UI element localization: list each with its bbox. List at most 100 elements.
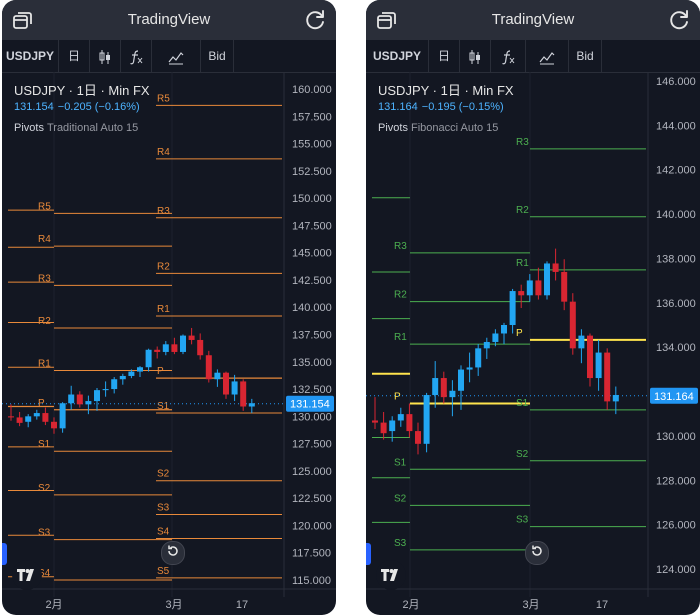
legend-indicator[interactable]: Pivots Fibonacci Auto 15 <box>378 122 498 134</box>
candle-body <box>492 333 499 342</box>
candle-body <box>552 263 559 272</box>
time-tick-label: 2月 <box>402 599 419 611</box>
candle-body <box>240 381 247 407</box>
price-type-button[interactable]: Bid <box>569 40 602 72</box>
pivot-label: S2 <box>38 483 51 494</box>
pivot-label: S3 <box>516 515 529 526</box>
price-tick-label: 134.000 <box>656 342 696 354</box>
pivot-label: S2 <box>157 469 170 480</box>
candle-body <box>180 335 186 352</box>
symbol-button[interactable]: USDJPY <box>366 40 429 72</box>
legend-indicator[interactable]: Pivots Traditional Auto 15 <box>14 122 138 134</box>
compare-button[interactable] <box>152 40 201 72</box>
pivot-label: R4 <box>38 234 51 245</box>
candle-body <box>449 390 456 398</box>
price-tick-label: 132.500 <box>292 384 332 396</box>
side-panel-handle[interactable] <box>2 543 7 565</box>
price-tick-label: 152.500 <box>292 166 332 178</box>
price-tick-label: 157.500 <box>292 111 332 123</box>
pivot-label: S4 <box>157 527 170 538</box>
indicators-button[interactable] <box>491 40 526 72</box>
refresh-icon[interactable] <box>667 8 691 32</box>
indicator-args: Traditional Auto 15 <box>46 122 139 134</box>
chart-toolbar: USDJPY 日 Bid <box>366 40 700 73</box>
candle-body <box>604 352 611 402</box>
price-tick-label: 126.000 <box>656 520 696 532</box>
candle-body <box>466 367 473 370</box>
reset-chart-button[interactable] <box>161 541 185 565</box>
app-header: TradingView <box>2 0 336 40</box>
candle-body <box>102 389 109 391</box>
legend-symbol: USDJPY · 1日 · Min FX <box>378 83 514 98</box>
reset-chart-button[interactable] <box>525 541 549 565</box>
legend-last-price: 131.154 <box>14 101 54 113</box>
pivot-label: S1 <box>157 401 170 412</box>
pivot-label: S3 <box>38 528 51 539</box>
candlestick-icon <box>468 49 482 64</box>
price-tick-label: 140.000 <box>292 302 332 314</box>
compare-button[interactable] <box>526 40 569 72</box>
legend-last-price: 131.164 <box>378 101 418 113</box>
pivot-label: S2 <box>394 493 407 504</box>
chart-line-icon <box>167 49 185 65</box>
time-tick-label: 3月 <box>522 599 539 611</box>
candle-body <box>561 271 568 302</box>
candle-body <box>154 349 161 352</box>
indicators-button[interactable] <box>121 40 152 72</box>
price-tick-label: 130.000 <box>656 431 696 443</box>
legend-price: 131.164 −0.195 (−0.15%) <box>378 101 504 113</box>
symbol-button[interactable]: USDJPY <box>2 40 59 72</box>
candle-body <box>372 420 378 423</box>
candle-body <box>509 291 516 325</box>
price-tick-label: 122.500 <box>292 493 332 505</box>
candle-body <box>569 301 576 349</box>
price-tick-label: 150.000 <box>292 193 332 205</box>
candle-body <box>475 348 482 368</box>
price-tick-label: 146.000 <box>656 76 696 88</box>
candle-body <box>25 416 32 422</box>
pivot-label: R5 <box>38 201 51 212</box>
candle-body <box>205 355 212 380</box>
pivot-label: R2 <box>38 316 51 327</box>
candle-body <box>423 395 430 444</box>
reset-icon <box>530 544 544 563</box>
candle-body <box>33 413 40 417</box>
chart-area[interactable]: 160.000 157.500 155.000 152.500 150.000 147.5… <box>2 72 336 615</box>
candle-body <box>137 367 143 372</box>
pivot-label: P <box>157 366 164 377</box>
pivot-label: R3 <box>157 206 170 217</box>
interval-button[interactable]: 日 <box>59 40 90 72</box>
price-tick-label: 137.500 <box>292 330 332 342</box>
legend-symbol: USDJPY · 1日 · Min FX <box>14 83 150 98</box>
interval-button[interactable]: 日 <box>429 40 460 72</box>
chart-area[interactable]: 146.000 144.000 142.000 140.000 138.000 136.0… <box>366 72 700 615</box>
price-tick-label: 142.500 <box>292 275 332 287</box>
price-tick-label: 128.000 <box>656 475 696 487</box>
price-tick-label: 136.000 <box>656 298 696 310</box>
candles-button[interactable] <box>90 40 121 72</box>
refresh-icon[interactable] <box>303 8 327 32</box>
indicator-name: Pivots <box>14 122 44 134</box>
candle-body <box>483 341 490 349</box>
candle-body <box>8 416 14 418</box>
reset-icon <box>166 544 180 563</box>
price-tick-label: 138.000 <box>656 253 696 265</box>
pivot-label: P <box>394 392 401 403</box>
chart-line-icon <box>538 49 556 65</box>
indicator-args: Fibonacci Auto 15 <box>410 122 499 134</box>
candle-body <box>188 335 195 340</box>
pivot-label: R2 <box>394 290 407 301</box>
side-panel-handle[interactable] <box>366 543 371 565</box>
candle-body <box>612 395 619 402</box>
candle-body <box>94 390 100 402</box>
candle-body <box>119 375 126 380</box>
app-title: TradingView <box>127 11 211 28</box>
price-type-button[interactable]: Bid <box>201 40 234 72</box>
candle-body <box>42 413 49 422</box>
candle-body <box>380 422 387 434</box>
legend-change: −0.205 (−0.16%) <box>57 101 140 113</box>
candle-body <box>59 403 66 429</box>
pivot-label: S1 <box>394 457 407 468</box>
tradingview-logo <box>376 560 406 590</box>
candles-button[interactable] <box>460 40 491 72</box>
